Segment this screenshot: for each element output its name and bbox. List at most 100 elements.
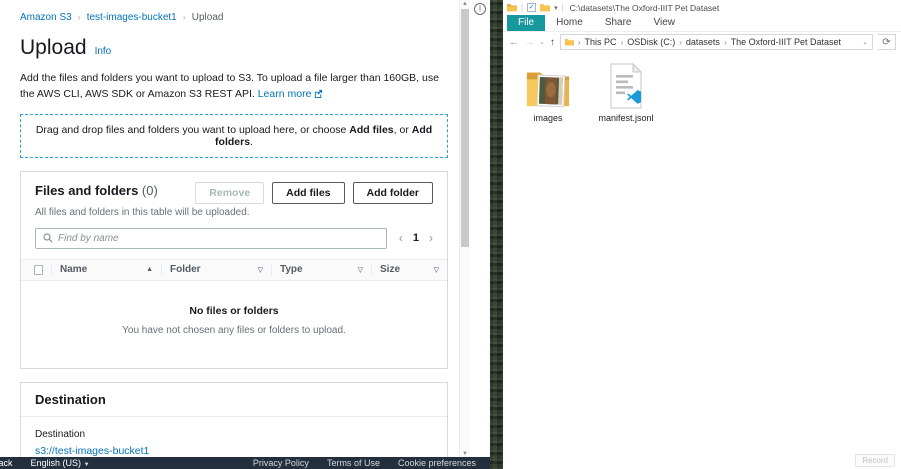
breadcrumb-amazon-s3[interactable]: Amazon S3	[20, 12, 72, 23]
address-bar-row: ← → ⌄ ↑ › This PC › OSDisk (C:) › datase…	[503, 32, 901, 52]
dropzone-add-files: Add files	[349, 124, 393, 136]
explorer-titlebar: | ✓ ▾ | C:\datasets\The Oxford-IIIT Pet …	[503, 0, 901, 13]
column-label: Size	[380, 264, 400, 275]
breadcrumb-separator: ›	[183, 12, 186, 22]
column-label: Type	[280, 264, 303, 275]
language-label: English (US)	[31, 458, 82, 468]
breadcrumb: Amazon S3 › test-images-bucket1 › Upload	[20, 0, 468, 23]
address-dropdown-icon[interactable]: ⌄	[862, 38, 868, 46]
address-folder-icon	[565, 38, 574, 46]
column-header-folder[interactable]: Folder ▽	[161, 264, 271, 276]
browser-scrollbar[interactable]: ▲ ▼	[459, 0, 470, 458]
destination-bucket-link[interactable]: s3://test-images-bucket1	[35, 445, 433, 457]
sort-icon: ▽	[358, 266, 363, 274]
ribbon-tabs: File Home Share View	[503, 14, 901, 32]
dropzone-text: Drag and drop files and folders you want…	[36, 124, 349, 136]
feedback-link[interactable]: Feedback	[0, 458, 13, 468]
folder-item-images[interactable]: images	[517, 60, 579, 123]
dropzone-text: , or	[394, 124, 412, 136]
files-section-subtitle: All files and folders in this table will…	[21, 204, 447, 218]
tab-home[interactable]: Home	[545, 15, 594, 31]
aws-s3-upload-window: Amazon S3 › test-images-bucket1 › Upload Upl…	[0, 0, 490, 469]
tab-share[interactable]: Share	[594, 15, 643, 31]
quick-access-toolbar-dropdown[interactable]: ▾	[554, 4, 558, 12]
info-icon[interactable]: i	[474, 3, 486, 15]
info-link[interactable]: Info	[95, 46, 112, 57]
destination-title: Destination	[21, 383, 447, 417]
page-number[interactable]: 1	[413, 232, 419, 244]
chevron-down-icon: ▼	[84, 462, 90, 468]
prev-page-button[interactable]: ‹	[399, 231, 403, 245]
files-count: (0)	[142, 183, 158, 198]
empty-state-title: No files or folders	[21, 305, 447, 317]
address-separator: ›	[621, 38, 624, 47]
file-item-label: images	[533, 113, 562, 123]
quick-access-new-folder-icon[interactable]	[540, 3, 550, 12]
sort-icon: ▽	[434, 266, 439, 274]
breadcrumb-separator: ›	[78, 12, 81, 22]
search-icon	[43, 233, 53, 243]
scroll-up-icon[interactable]: ▲	[460, 1, 470, 7]
sort-icon: ▽	[258, 266, 263, 274]
search-input[interactable]	[58, 233, 379, 244]
breadcrumb-upload: Upload	[192, 12, 224, 23]
file-item-label: manifest.jsonl	[598, 113, 653, 123]
address-crumb-osdisk[interactable]: OSDisk (C:)	[627, 37, 675, 47]
search-box[interactable]	[35, 228, 387, 249]
separator: |	[562, 3, 564, 12]
page-description: Add the files and folders you want to up…	[20, 71, 450, 104]
pagination: ‹ 1 ›	[399, 231, 433, 245]
destination-field-label: Destination	[35, 429, 433, 440]
recent-locations-dropdown[interactable]: ⌄	[539, 38, 545, 46]
scrollbar-thumb[interactable]	[461, 9, 469, 247]
address-crumb-this-pc[interactable]: This PC	[585, 37, 617, 47]
manifest-jsonl-file-icon	[607, 62, 645, 110]
cookie-preferences-link[interactable]: Cookie preferences	[398, 458, 476, 468]
sort-ascending-icon: ▲	[146, 266, 153, 273]
back-button[interactable]: ←	[509, 37, 519, 48]
learn-more-link[interactable]: Learn more	[258, 88, 312, 100]
dropzone-text: .	[250, 136, 253, 148]
explorer-app-icon	[507, 3, 517, 12]
destination-card: Destination Destination s3://test-images…	[20, 382, 448, 469]
address-crumb-datasets[interactable]: datasets	[686, 37, 720, 47]
address-crumb-dataset-folder[interactable]: The Oxford-IIIT Pet Dataset	[731, 37, 841, 47]
language-selector[interactable]: English (US) ▼	[31, 458, 90, 468]
terms-of-use-link[interactable]: Terms of Use	[327, 458, 380, 468]
table-header: Name ▲ Folder ▽ Type ▽ Size ▽	[21, 259, 447, 281]
files-and-folders-card: Files and folders (0) Remove Add files A…	[20, 171, 448, 369]
up-button[interactable]: ↑	[550, 37, 555, 48]
column-label: Name	[60, 264, 87, 275]
add-files-button[interactable]: Add files	[272, 182, 344, 204]
address-separator: ›	[578, 38, 581, 47]
empty-state-subtitle: You have not chosen any files or folders…	[21, 325, 447, 336]
column-header-type[interactable]: Type ▽	[271, 264, 371, 276]
file-item-manifest[interactable]: manifest.jsonl	[595, 60, 657, 123]
select-all-checkbox[interactable]	[34, 265, 43, 275]
file-list: images manifest.jsonl	[503, 52, 901, 123]
separator: |	[521, 3, 523, 12]
column-header-size[interactable]: Size ▽	[371, 264, 447, 276]
refresh-button[interactable]: ⟳	[878, 34, 896, 50]
page-title: Upload	[20, 36, 87, 60]
quick-access-properties-icon[interactable]: ✓	[527, 3, 536, 12]
external-link-icon	[314, 88, 323, 104]
address-separator: ›	[679, 38, 682, 47]
record-watermark: Record	[855, 454, 895, 467]
remove-button[interactable]: Remove	[195, 182, 264, 204]
tab-view[interactable]: View	[643, 15, 687, 31]
description-text: Add the files and folders you want to up…	[20, 72, 439, 100]
address-separator: ›	[724, 38, 727, 47]
tab-file[interactable]: File	[507, 15, 545, 31]
privacy-policy-link[interactable]: Privacy Policy	[253, 458, 309, 468]
drag-drop-zone[interactable]: Drag and drop files and folders you want…	[20, 114, 448, 158]
refresh-icon: ⟳	[882, 37, 890, 48]
empty-state: No files or folders You have not chosen …	[21, 281, 447, 368]
add-folder-button[interactable]: Add folder	[353, 182, 434, 204]
next-page-button[interactable]: ›	[429, 231, 433, 245]
address-bar[interactable]: › This PC › OSDisk (C:) › datasets › The…	[560, 34, 873, 50]
forward-button[interactable]: →	[524, 37, 534, 48]
breadcrumb-bucket[interactable]: test-images-bucket1	[87, 12, 177, 23]
column-header-name[interactable]: Name ▲	[51, 264, 161, 276]
explorer-window-title: C:\datasets\The Oxford-IIIT Pet Dataset	[570, 3, 720, 13]
